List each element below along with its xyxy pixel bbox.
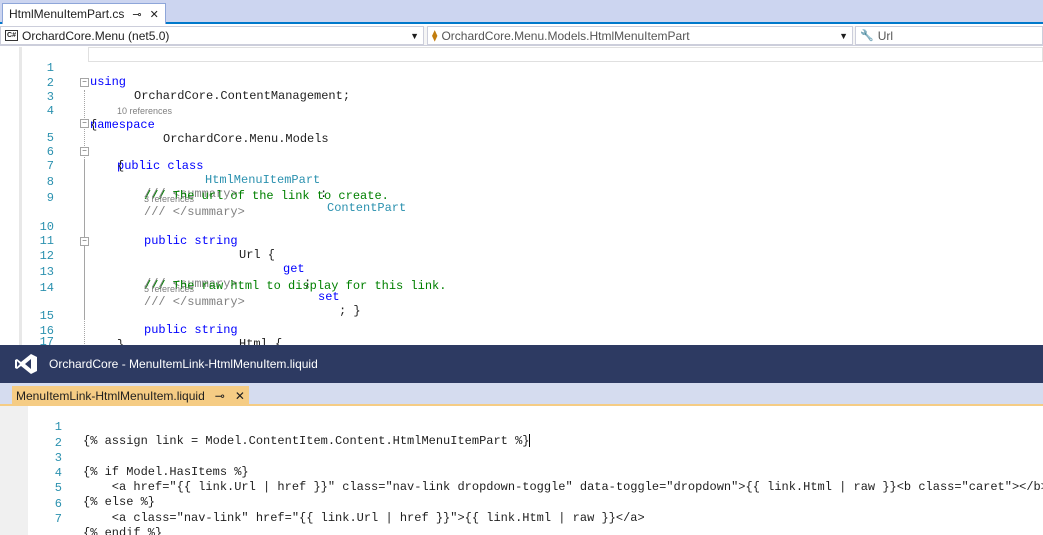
code-text: <a class="nav-link" href="{{ link.Url | … (83, 511, 645, 525)
close-icon[interactable]: ✕ (150, 8, 159, 21)
tab-label: HtmlMenuItemPart.cs (9, 7, 125, 21)
document-tab-bar: HtmlMenuItemPart.cs ⊸ ✕ (0, 0, 1043, 24)
code-line: 7 {% endif %} (0, 498, 1043, 535)
close-icon[interactable]: ✕ (235, 389, 245, 403)
line-number: 9 (46, 191, 54, 205)
code-line: 1 {% assign link = Model.ContentItem.Con… (0, 406, 1043, 448)
codelens-references[interactable]: 5 references (144, 284, 194, 294)
member-dropdown-value: Url (877, 28, 894, 43)
codelens-references[interactable]: 3 references (144, 194, 194, 204)
pin-icon[interactable]: ⊸ (132, 8, 141, 21)
code-line: 6 { (0, 131, 1043, 173)
line-number: 14 (39, 281, 54, 295)
code-line: 9 /// </summary> (0, 177, 1043, 219)
collapse-icon[interactable]: − (80, 237, 89, 246)
code-line: 2 (0, 422, 1043, 450)
code-line: 8 /// The url of the link to create. (0, 161, 1043, 203)
code-editor[interactable]: 1 {% assign link = Model.ContentItem.Con… (0, 406, 1043, 535)
collapse-icon[interactable]: − (80, 78, 89, 87)
line-number: 4 (46, 104, 54, 118)
code-line: 14 /// </summary> (0, 267, 1043, 309)
code-line: 3 − namespace OrchardCore.Menu.Models (0, 76, 1043, 146)
codelens-references[interactable]: 10 references (117, 106, 172, 116)
document-tab-bar: MenuItemLink-HtmlMenuItem.liquid ⊸ ✕ (0, 383, 1043, 406)
property-wrench-icon: 🔧 (860, 30, 874, 42)
code-line: 4 <a href="{{ link.Url | href }}" class=… (0, 452, 1043, 494)
code-line: 12 − /// <summary> (0, 235, 1043, 291)
code-line: 4 { (0, 90, 1043, 132)
csharp-project-icon: C# (5, 30, 18, 41)
line-number: 7 (54, 512, 62, 526)
code-line: 5 {% else %} (0, 467, 1043, 509)
class-icon: ⧫ (432, 30, 438, 42)
tab-menuitemlink-liquid[interactable]: MenuItemLink-HtmlMenuItem.liquid ⊸ ✕ (12, 386, 249, 406)
code-line: 1 using OrchardCore.ContentManagement; (0, 47, 1043, 103)
code-line: 15 public string Html { get ; set ; } (0, 295, 1043, 407)
code-line: 11 (0, 220, 1043, 248)
liquid-editor-window: OrchardCore - MenuItemLink-HtmlMenuItem.… (0, 345, 1043, 535)
cs-editor-window: HtmlMenuItemPart.cs ⊸ ✕ C# OrchardCore.M… (0, 0, 1043, 407)
code-line: 5 − public class HtmlMenuItemPart : Cont… (0, 117, 1043, 215)
code-line: 10 public string Url { get ; set ; } (0, 206, 1043, 318)
code-line: 13 /// The raw html to display for this … (0, 251, 1043, 293)
tab-label: MenuItemLink-HtmlMenuItem.liquid (16, 389, 205, 403)
visual-studio-logo-icon (15, 354, 37, 374)
type-dropdown[interactable]: ⧫ OrchardCore.Menu.Models.HtmlMenuItemPa… (427, 26, 853, 45)
project-dropdown-value: OrchardCore.Menu (net5.0) (22, 28, 170, 43)
chevron-down-icon[interactable]: ▼ (839, 31, 848, 41)
tab-htmlmenuitempart-cs[interactable]: HtmlMenuItemPart.cs ⊸ ✕ (2, 3, 166, 24)
window-title-bar[interactable]: OrchardCore - MenuItemLink-HtmlMenuItem.… (0, 345, 1043, 383)
member-dropdown[interactable]: 🔧 Url (855, 26, 1043, 45)
project-dropdown[interactable]: C# OrchardCore.Menu (net5.0) ▼ (0, 26, 424, 45)
code-line: 2 (0, 62, 1043, 90)
window-title: OrchardCore - MenuItemLink-HtmlMenuItem.… (49, 357, 318, 371)
type-dropdown-value: OrchardCore.Menu.Models.HtmlMenuItemPart (441, 28, 690, 43)
code-text: {% endif %} (83, 526, 163, 535)
collapse-icon[interactable]: − (80, 119, 89, 128)
pin-icon[interactable]: ⊸ (215, 389, 225, 403)
navigation-bar: C# OrchardCore.Menu (net5.0) ▼ ⧫ Orchard… (0, 26, 1043, 46)
code-line: 6 <a class="nav-link" href="{{ link.Url … (0, 483, 1043, 525)
collapse-icon[interactable]: − (80, 147, 89, 156)
chevron-down-icon[interactable]: ▼ (410, 31, 419, 41)
code-line: 3 {% if Model.HasItems %} (0, 437, 1043, 479)
code-line: 7 − /// <summary> (0, 145, 1043, 201)
